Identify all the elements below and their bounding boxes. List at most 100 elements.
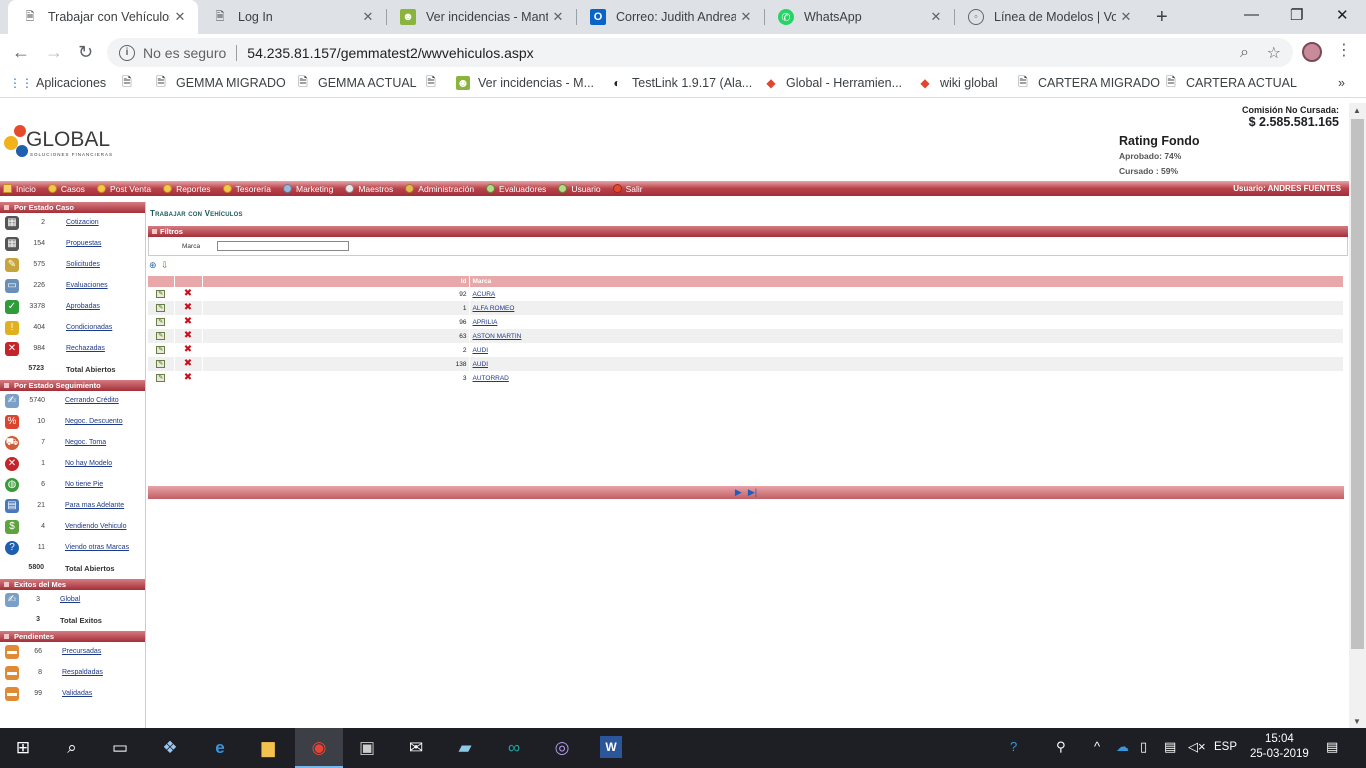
bookmark-blank-2[interactable]: 🗎 <box>424 75 446 90</box>
notepad-icon[interactable]: ▰ <box>453 736 477 760</box>
back-icon[interactable]: ← <box>12 42 30 63</box>
cell-marca-link[interactable]: AUDI <box>473 361 489 368</box>
tab-correo[interactable]: O Correo: Judith Andrea C ✕ <box>576 0 764 34</box>
store-icon[interactable]: ▣ <box>355 736 379 760</box>
cell-marca-link[interactable]: APRILIA <box>473 319 498 326</box>
menu-item-tesoreria[interactable]: Tesorería <box>220 184 271 194</box>
bookmarks-overflow-icon[interactable]: » <box>1338 76 1345 90</box>
close-window-icon[interactable]: ✕ <box>1336 6 1349 24</box>
cell-marca-link[interactable]: ACURA <box>473 291 496 298</box>
edit-icon[interactable]: ✎ <box>156 304 166 312</box>
row-link[interactable]: Evaluaciones <box>66 282 108 289</box>
menu-item-maestros[interactable]: Maestros <box>342 184 393 194</box>
edge-icon[interactable]: e <box>208 736 232 760</box>
url-text[interactable]: 54.235.81.157/gemmatest2/wwvehiculos.asp… <box>247 45 533 61</box>
menu-item-usuario[interactable]: Usuario <box>555 184 601 194</box>
menu-item-salir[interactable]: Salir <box>610 184 643 194</box>
tab-trabajar-vehiculos[interactable]: 🗎 Trabajar con Vehículos ✕ <box>8 0 198 34</box>
row-link[interactable]: Rechazadas <box>66 345 105 352</box>
search-icon[interactable]: ⌕ <box>60 736 84 760</box>
sidebar-row-no-tiene-pie[interactable]: ◍ 6 No tiene Pie <box>0 475 145 496</box>
minimize-icon[interactable]: — <box>1244 6 1259 23</box>
sidebar-row-negoc-descuento[interactable]: % 10 Negoc. Descuento <box>0 412 145 433</box>
row-link[interactable]: Precursadas <box>62 648 101 655</box>
bookmark-gemma-migrado[interactable]: 🗎 GEMMA MIGRADO <box>154 75 286 91</box>
sidebar-row-no-hay-modelo[interactable]: ✕ 1 No hay Modelo <box>0 454 145 475</box>
header-id[interactable]: Id <box>202 276 470 287</box>
tab-mantis[interactable]: ☻ Ver incidencias - Mantis ✕ <box>386 0 576 34</box>
scrollbar-thumb[interactable] <box>1351 119 1364 649</box>
delete-icon[interactable]: ✖ <box>184 358 192 369</box>
page-scrollbar[interactable]: ▲ ▼ <box>1349 103 1366 728</box>
sidebar-row-evaluaciones[interactable]: ▭ 226 Evaluaciones <box>0 276 145 297</box>
row-link[interactable]: Cotizacion <box>66 219 99 226</box>
row-link[interactable]: Respaldadas <box>62 669 103 676</box>
menu-item-evaluadores[interactable]: Evaluadores <box>483 184 546 194</box>
battery-icon[interactable]: ▯ <box>1140 739 1147 755</box>
row-link[interactable]: No tiene Pie <box>65 481 103 488</box>
network-icon[interactable]: ▤ <box>1164 739 1176 755</box>
chrome-icon[interactable]: ◉ <box>307 736 331 760</box>
sidebar-row-vendiendo-vehiculo[interactable]: $4 Vendiendo Vehiculo <box>0 517 145 538</box>
menu-item-marketing[interactable]: Marketing <box>280 184 333 194</box>
menu-item-inicio[interactable]: Inicio <box>0 184 36 194</box>
address-bar[interactable]: i No es seguro 54.235.81.157/gemmatest2/… <box>107 38 1293 67</box>
tab-whatsapp[interactable]: ✆ WhatsApp ✕ <box>764 0 954 34</box>
close-icon[interactable]: ✕ <box>358 9 378 25</box>
people-icon[interactable]: ⚲ <box>1056 739 1066 755</box>
volume-muted-icon[interactable]: ◁× <box>1188 739 1206 755</box>
menu-item-administracion[interactable]: Administración <box>402 184 474 194</box>
tab-log-in[interactable]: 🗎 Log In ✕ <box>198 0 386 34</box>
scroll-down-icon[interactable]: ▼ <box>1353 717 1361 726</box>
bookmark-cartera-actual[interactable]: 🗎 CARTERA ACTUAL <box>1164 75 1297 91</box>
close-icon[interactable]: ✕ <box>736 9 756 25</box>
reload-icon[interactable]: ↻ <box>78 42 93 63</box>
row-link[interactable]: Negoc. Descuento <box>65 418 123 425</box>
bookmark-aplicaciones[interactable]: ⋮⋮ Aplicaciones <box>9 76 106 90</box>
row-link[interactable]: No hay Modelo <box>65 460 112 467</box>
row-link[interactable]: Validadas <box>62 690 92 697</box>
row-link[interactable]: Para mas Adelante <box>65 502 124 509</box>
onedrive-icon[interactable]: ☁ <box>1116 739 1129 755</box>
sidebar-row-propuestas[interactable]: ▦ 154 Propuestas <box>0 234 145 255</box>
bookmark-gemma-actual[interactable]: 🗎 GEMMA ACTUAL <box>296 75 416 91</box>
delete-icon[interactable]: ✖ <box>184 372 192 383</box>
bookmark-blank[interactable]: 🗎 <box>120 75 142 90</box>
row-link[interactable]: Vendiendo Vehiculo <box>65 523 127 530</box>
zoom-icon[interactable]: ⌕ <box>1240 44 1249 62</box>
bookmark-mantis[interactable]: ☻ Ver incidencias - M... <box>456 76 594 90</box>
arduino-icon[interactable]: ∞ <box>502 736 526 760</box>
cell-marca-link[interactable]: ALFA ROMEO <box>473 305 515 312</box>
close-icon[interactable]: ✕ <box>1116 9 1136 25</box>
edit-icon[interactable]: ✎ <box>156 374 166 382</box>
sidebar-row-rechazadas[interactable]: ✕ 984 Rechazadas <box>0 339 145 360</box>
windows-start-icon[interactable]: ⊞ <box>11 736 35 760</box>
menu-item-post-venta[interactable]: Post Venta <box>94 184 151 194</box>
close-icon[interactable]: ✕ <box>170 9 190 25</box>
menu-item-casos[interactable]: Casos <box>45 184 85 194</box>
cell-marca-link[interactable]: AUDI <box>473 347 489 354</box>
delete-icon[interactable]: ✖ <box>184 344 192 355</box>
taskbar-clock[interactable]: 15:04 25-03-2019 <box>1250 732 1309 762</box>
delete-icon[interactable]: ✖ <box>184 302 192 313</box>
cell-marca-link[interactable]: AUTORRAD <box>473 375 509 382</box>
add-icon[interactable]: ⊕ <box>149 260 158 270</box>
edit-icon[interactable]: ✎ <box>156 332 166 340</box>
export-icon[interactable]: ⇩ <box>161 260 170 270</box>
tab-volvo[interactable]: ◦ Línea de Modelos | Volvo ✕ <box>954 0 1144 34</box>
file-explorer-icon[interactable]: ▆ <box>256 736 280 760</box>
info-icon[interactable]: i <box>119 44 135 61</box>
bookmark-global-herramientas[interactable]: ◆ Global - Herramien... <box>764 76 902 90</box>
delete-icon[interactable]: ✖ <box>184 316 192 327</box>
dropbox-icon[interactable]: ❖ <box>158 736 182 760</box>
sidebar-row-solicitudes[interactable]: ✎ 575 Solicitudes <box>0 255 145 276</box>
header-marca[interactable]: Marca <box>469 276 1344 287</box>
scroll-up-icon[interactable]: ▲ <box>1353 106 1361 115</box>
mail-icon[interactable]: ✉ <box>404 736 428 760</box>
delete-icon[interactable]: ✖ <box>184 288 192 299</box>
last-page-icon[interactable]: ▶| <box>748 487 757 498</box>
notification-app-icon[interactable]: ? <box>1010 739 1017 754</box>
sidebar-row-negoc-toma[interactable]: ⛟ 7 Negoc. Toma <box>0 433 145 454</box>
sidebar-row-cerrando-credito[interactable]: ✍ 5740 Cerrando Crédito <box>0 391 145 412</box>
row-link[interactable]: Condicionadas <box>66 324 112 331</box>
